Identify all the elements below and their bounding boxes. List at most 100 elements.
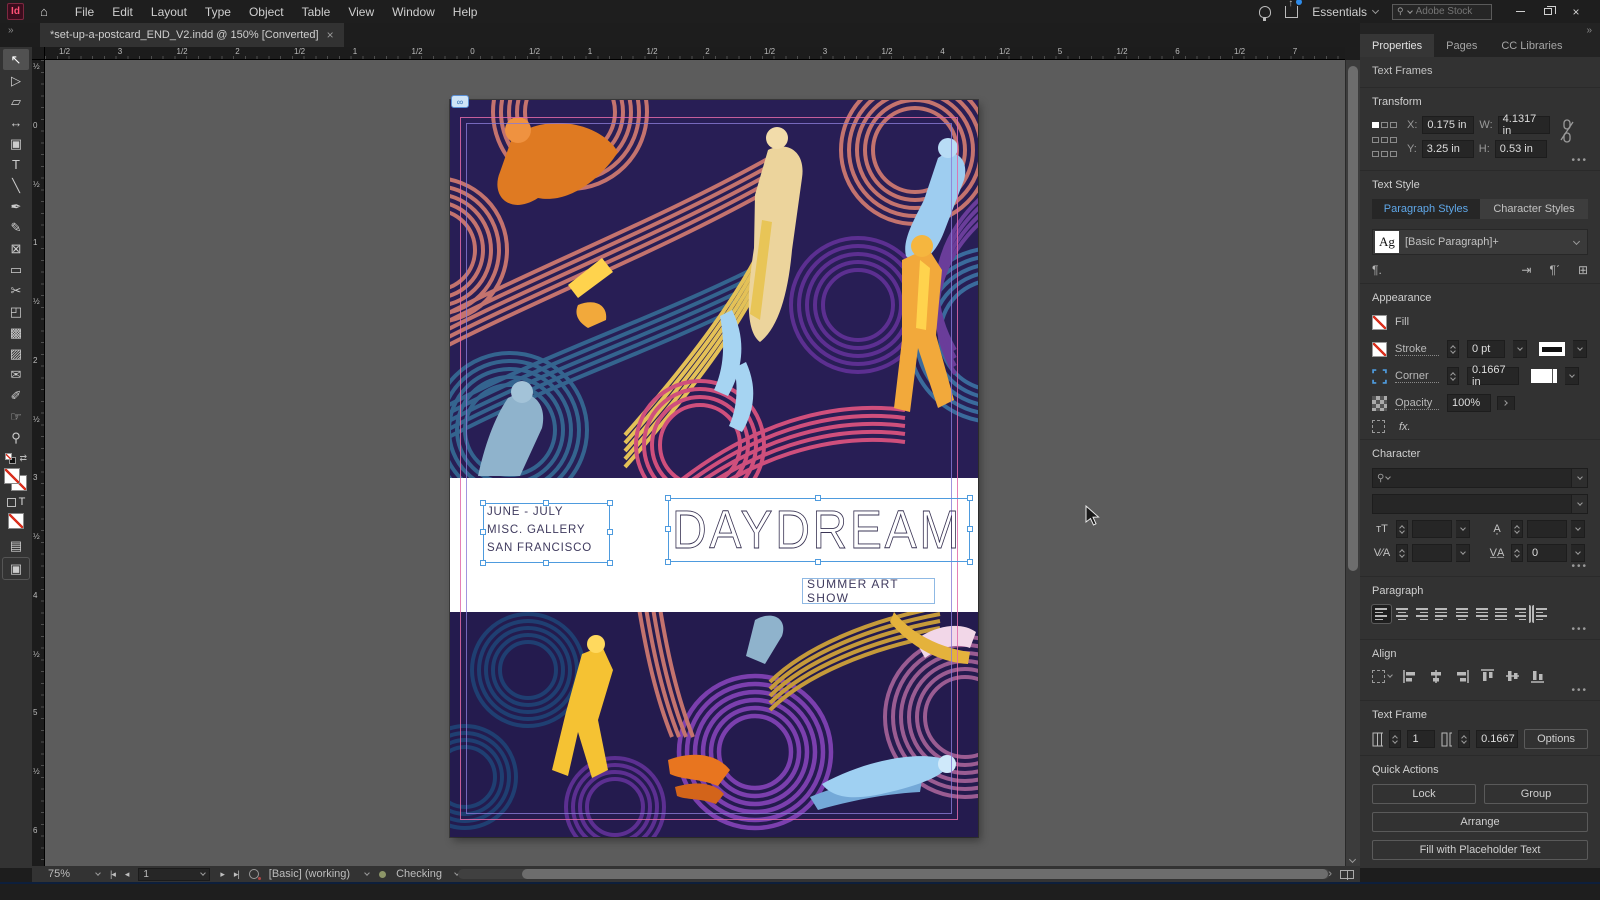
vertical-scrollbar-thumb[interactable] (1348, 66, 1358, 571)
next-page-button[interactable]: ▸ (220, 869, 224, 880)
opacity-slider-icon[interactable] (1497, 396, 1515, 410)
stock-search[interactable]: ⚲ (1392, 4, 1492, 20)
align-away-spine-button[interactable] (1532, 605, 1551, 623)
align-toward-spine-button[interactable] (1512, 605, 1531, 623)
selection-handle[interactable] (543, 500, 549, 506)
scroll-right-icon[interactable]: › (1328, 868, 1332, 880)
summer-art-show-frame[interactable]: SUMMER ART SHOW (802, 578, 935, 604)
align-left-button[interactable] (1372, 605, 1391, 623)
align-left-edges-icon[interactable] (1402, 669, 1418, 684)
selection-handle[interactable] (665, 526, 671, 532)
arrange-button[interactable]: Arrange (1372, 812, 1588, 832)
restore-button[interactable] (1534, 1, 1562, 23)
selection-handle[interactable] (815, 495, 821, 501)
character-more-icon[interactable]: ••• (1571, 561, 1588, 572)
text-frame-options-button[interactable]: Options (1524, 729, 1588, 749)
scissors-tool[interactable]: ✂ (3, 280, 29, 301)
group-button[interactable]: Group (1484, 784, 1588, 804)
font-size-stepper[interactable] (1396, 520, 1408, 538)
new-style-icon[interactable]: ⊞ (1578, 263, 1588, 277)
font-style-dropdown[interactable] (1372, 494, 1588, 514)
selection-handle[interactable] (665, 559, 671, 565)
tracking-dropdown-icon[interactable] (1571, 544, 1585, 562)
selection-handle[interactable] (967, 526, 973, 532)
page-number-field[interactable]: 1 (138, 868, 210, 881)
tracking-stepper[interactable] (1511, 544, 1523, 562)
selection-handle[interactable] (967, 495, 973, 501)
selection-handle[interactable] (480, 529, 486, 535)
tab-pages[interactable]: Pages (1434, 34, 1489, 57)
x-field[interactable]: 0.175 in (1422, 116, 1474, 134)
toolbar-expand-icon[interactable]: » (8, 25, 15, 36)
stroke-weight-stepper[interactable] (1447, 340, 1459, 358)
zoom-level-dropdown[interactable]: 75% (48, 868, 100, 880)
selection-tool[interactable]: ↖ (3, 49, 29, 70)
stroke-style-swatch[interactable] (1539, 342, 1565, 356)
reference-point-grid[interactable] (1372, 122, 1397, 164)
columns-stepper[interactable] (1389, 730, 1401, 748)
last-page-button[interactable]: ▸| (234, 869, 239, 880)
leading-stepper[interactable] (1511, 520, 1523, 538)
venue-frame-selection[interactable] (483, 503, 610, 563)
previous-page-button[interactable]: ◂ (125, 869, 129, 880)
stroke-style-dropdown-icon[interactable] (1573, 340, 1587, 358)
horizontal-ruler[interactable]: 1/231/221/211/201/211/221/231/241/251/26… (45, 47, 1345, 60)
share-icon[interactable] (1285, 6, 1298, 18)
stroke-color-swatch[interactable] (1372, 342, 1387, 357)
stroke-weight-dropdown-icon[interactable] (1513, 340, 1527, 358)
tab-properties[interactable]: Properties (1360, 34, 1434, 57)
paragraph-styles-tab[interactable]: Paragraph Styles (1372, 199, 1480, 219)
direct-selection-tool[interactable]: ▷ (3, 70, 29, 91)
align-more-icon[interactable]: ••• (1571, 685, 1588, 696)
kerning-stepper[interactable] (1396, 544, 1408, 562)
columns-field[interactable]: 1 (1407, 730, 1434, 748)
note-tool[interactable]: ✉ (3, 364, 29, 385)
corner-size-field[interactable]: 0.1667 in (1467, 367, 1519, 385)
indesign-logo[interactable]: Id (7, 3, 24, 20)
character-styles-tab[interactable]: Character Styles (1480, 199, 1588, 219)
minimize-button[interactable] (1506, 1, 1534, 23)
page-tool[interactable]: ▱ (3, 91, 29, 112)
font-family-dropdown[interactable]: ⚲ (1372, 468, 1588, 488)
selection-handle[interactable] (665, 495, 671, 501)
postcard-page[interactable]: JUNE - JULY MISC. GALLERY SAN FRANCISCO … (450, 100, 978, 837)
formatting-affects-text-icon[interactable]: T (19, 496, 26, 508)
gutter-stepper[interactable] (1458, 730, 1470, 748)
preflight-icon[interactable] (249, 869, 259, 879)
align-center-button[interactable] (1392, 605, 1411, 623)
constrain-proportions-icon[interactable] (1560, 116, 1574, 146)
justify-right-button[interactable] (1472, 605, 1491, 623)
kerning-dropdown-icon[interactable] (1456, 544, 1470, 562)
hand-tool[interactable]: ☞ (3, 406, 29, 427)
free-transform-tool[interactable]: ◰ (3, 301, 29, 322)
spread-view-icon[interactable] (1340, 870, 1354, 879)
leading-field[interactable] (1527, 520, 1567, 538)
corner-size-stepper[interactable] (1447, 367, 1459, 385)
paragraph-style-dropdown[interactable]: Ag [Basic Paragraph]+ (1372, 229, 1588, 255)
lock-button[interactable]: Lock (1372, 784, 1476, 804)
screen-mode-icon[interactable]: ▣ (3, 558, 29, 579)
selection-handle[interactable] (480, 560, 486, 566)
document-tab[interactable]: *set-up-a-postcard_END_V2.indd @ 150% [C… (40, 23, 344, 47)
corner-shape-dropdown-icon[interactable] (1565, 367, 1579, 385)
formatting-affects-container-icon[interactable] (7, 498, 16, 507)
vertical-ruler[interactable]: ½0½1½2½3½4½5½6 (32, 60, 45, 866)
vertical-scrollbar[interactable] (1345, 60, 1360, 866)
selection-handle[interactable] (607, 529, 613, 535)
preflight-profile-dropdown[interactable]: [Basic] (working) (269, 868, 369, 880)
close-button[interactable]: × (1562, 1, 1590, 23)
menu-item[interactable]: Object (240, 2, 293, 22)
stroke-link[interactable]: Stroke (1395, 343, 1439, 356)
menu-item[interactable]: Type (196, 2, 240, 22)
line-tool[interactable]: ╲ (3, 175, 29, 196)
font-style-dropdown-icon[interactable] (1571, 495, 1587, 513)
justify-left-button[interactable] (1432, 605, 1451, 623)
h-field[interactable]: 0.53 in (1495, 140, 1547, 158)
type-tool[interactable]: T (3, 154, 29, 175)
fill-swatch[interactable] (4, 468, 20, 484)
postcard-artwork-bottom[interactable] (450, 612, 978, 837)
fill-placeholder-button[interactable]: Fill with Placeholder Text (1372, 840, 1588, 860)
horizontal-scrollbar[interactable] (458, 869, 1330, 879)
ruler-origin[interactable] (32, 47, 45, 60)
search-input[interactable] (1416, 6, 1486, 17)
